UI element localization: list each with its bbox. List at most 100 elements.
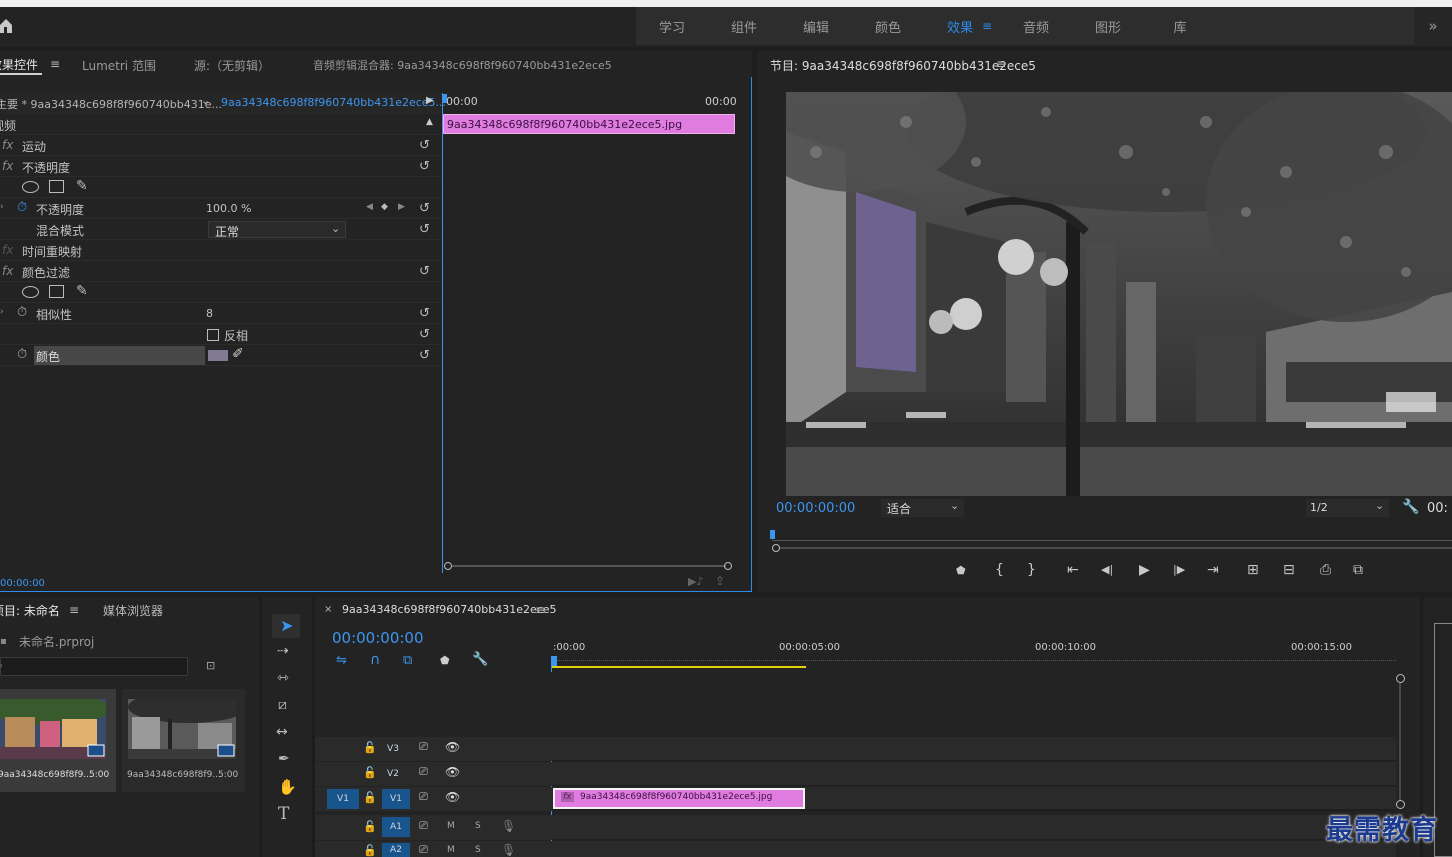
fit-select[interactable]: 适合 ⌄ — [881, 499, 964, 517]
lock-icon[interactable]: 🔓 — [363, 766, 377, 779]
eyedropper-icon[interactable]: ✐ — [232, 346, 244, 362]
workspace-tab-graphics[interactable]: 图形 — [1072, 17, 1144, 36]
step-back-icon[interactable]: ◀| — [1101, 563, 1113, 576]
color-swatch[interactable] — [208, 350, 228, 361]
solo-button[interactable]: S — [475, 845, 481, 855]
blend-mode-select[interactable]: 正常 ⌄ — [208, 221, 346, 239]
workspace-tab-editing[interactable]: 编辑 — [780, 17, 852, 36]
ec-row-similarity[interactable]: › ⏱ 相似性 8 ↺ — [0, 303, 441, 324]
rectangle-mask-icon[interactable] — [49, 180, 64, 193]
lock-icon[interactable]: 🔓 — [363, 791, 377, 804]
tab-menu-icon[interactable]: ≡ — [50, 57, 60, 71]
sync-lock-icon[interactable]: ⎚ — [419, 790, 428, 804]
tab-source[interactable]: 源:（无剪辑） — [194, 57, 270, 74]
track-lane-a1[interactable] — [551, 815, 1396, 840]
project-item-selected[interactable]: 9aa34348c698f8f9... 5:00 — [0, 689, 116, 792]
microphone-icon[interactable]: 🎙 — [501, 843, 516, 857]
project-item[interactable]: 9aa34348c698f8f9... 5:00 — [122, 689, 245, 792]
zoom-handle-top[interactable] — [1396, 674, 1405, 683]
track-target-a2[interactable]: A2 — [382, 843, 410, 857]
stopwatch-icon[interactable]: ⏱ — [17, 347, 27, 362]
clip-selector[interactable]: 9aa34348c698f8f960740bb431e2ece5... — [221, 96, 446, 109]
ec-row-motion[interactable]: fx 运动 ↺ — [0, 135, 441, 156]
rectangle-mask-icon[interactable] — [49, 285, 64, 298]
similarity-value[interactable]: 8 — [206, 307, 213, 320]
project-search-input[interactable]: ⌕ — [0, 657, 188, 676]
type-tool-icon[interactable]: T — [278, 804, 289, 824]
add-marker-icon[interactable]: ⬟ — [440, 654, 450, 667]
lock-icon[interactable]: 🔓 — [363, 820, 377, 833]
ec-clip-bar[interactable]: 9aa34348c698f8f960740bb431e2ece5.jpg — [443, 114, 735, 134]
export-icon[interactable]: ⇪ — [715, 574, 725, 588]
program-playhead[interactable] — [770, 530, 775, 539]
play-icon[interactable]: ▶ — [1139, 562, 1150, 578]
reset-icon[interactable]: ↺ — [419, 327, 430, 342]
workspace-tab-libraries[interactable]: 库 — [1144, 17, 1216, 36]
ec-row-opacity-value[interactable]: › ⏱ 不透明度 100.0 % ◀ ◆ ▶ ↺ — [0, 198, 441, 219]
pen-tool-icon[interactable]: ✒ — [278, 751, 290, 767]
expand-chevron-icon[interactable]: › — [0, 202, 4, 212]
zoom-handle-right[interactable] — [724, 562, 732, 570]
master-clip-label[interactable]: 主要 * 9aa34348c698f8f960740bb431e... — [0, 96, 222, 112]
workspace-menu-icon[interactable]: ≡ — [982, 19, 992, 33]
clip-dropdown-icon[interactable]: ⌄ — [201, 94, 210, 107]
razor-tool-icon[interactable]: ⧄ — [278, 697, 287, 713]
reset-icon[interactable]: ↺ — [419, 222, 430, 237]
fx-icon[interactable]: fx — [2, 138, 13, 152]
step-forward-icon[interactable]: |▶ — [1173, 563, 1185, 576]
workspace-tab-audio[interactable]: 音频 — [1000, 17, 1072, 36]
microphone-icon[interactable]: 🎙 — [501, 819, 516, 833]
linked-selection-icon[interactable]: ⧉ — [403, 653, 412, 668]
sync-lock-icon[interactable]: ⎚ — [419, 740, 428, 754]
track-lane-v2[interactable] — [551, 762, 1396, 786]
reset-icon[interactable]: ↺ — [419, 201, 430, 216]
nest-toggle-icon[interactable]: ⇋ — [336, 653, 347, 668]
sync-lock-icon[interactable]: ⎚ — [419, 843, 428, 857]
track-target-v3[interactable]: V3 — [382, 739, 404, 759]
track-target-a1[interactable]: A1 — [382, 817, 410, 837]
ec-row-opacity[interactable]: fx 不透明度 ↺ — [0, 156, 441, 177]
fx-icon[interactable]: fx — [2, 159, 13, 173]
snap-icon[interactable]: ∩ — [370, 652, 380, 668]
program-timecode[interactable]: 00:00:00:00 — [776, 501, 855, 516]
expand-chevron-icon[interactable]: › — [0, 307, 4, 317]
program-menu-icon[interactable]: ≡ — [996, 57, 1006, 71]
sequence-menu-icon[interactable]: ≡ — [535, 603, 545, 617]
lock-icon[interactable]: 🔓 — [363, 844, 377, 857]
mark-in-icon[interactable]: { — [995, 562, 1004, 578]
lift-icon[interactable]: ⊞ — [1247, 562, 1259, 578]
ec-zoom-bar[interactable] — [442, 558, 738, 574]
home-icon[interactable] — [0, 17, 12, 33]
track-target-v1[interactable]: V1 — [382, 789, 410, 809]
add-keyframe-icon[interactable]: ◆ — [381, 202, 388, 212]
ellipse-mask-icon[interactable] — [22, 286, 39, 298]
workspace-overflow-button[interactable]: » — [1414, 7, 1452, 45]
track-select-tool-icon[interactable]: ⇢ — [277, 643, 289, 659]
reset-icon[interactable]: ↺ — [419, 348, 430, 363]
ec-row-color-filter[interactable]: fx 颜色过滤 ↺ — [0, 261, 441, 282]
timeline-clip[interactable]: fx 9aa34348c698f8f960740bb431e2ece5.jpg — [553, 788, 805, 809]
camera-icon[interactable]: ⎙ — [1320, 562, 1331, 578]
mute-button[interactable]: M — [447, 821, 455, 831]
sync-lock-icon[interactable]: ⎚ — [419, 765, 428, 779]
ec-row-color[interactable]: ⏱ 颜色 ✐ ↺ — [0, 345, 441, 366]
reset-icon[interactable]: ↺ — [419, 138, 430, 153]
zoom-handle-left[interactable] — [444, 562, 452, 570]
stopwatch-icon[interactable]: ⏱ — [17, 305, 27, 320]
tab-project[interactable]: 项目: 未命名 — [0, 602, 60, 619]
work-area-bar[interactable] — [551, 666, 806, 668]
pen-mask-icon[interactable]: ✎ — [76, 283, 88, 299]
workspace-tab-color[interactable]: 颜色 — [852, 17, 924, 36]
zoom-handle[interactable] — [772, 544, 780, 552]
pen-mask-icon[interactable]: ✎ — [76, 178, 88, 194]
tab-audio-clip-mixer[interactable]: 音频剪辑混合器: 9aa34348c698f8f960740bb431e2ece… — [313, 57, 612, 73]
go-to-in-icon[interactable]: ⇤ — [1067, 562, 1079, 578]
lock-icon[interactable]: 🔓 — [363, 741, 377, 754]
slip-tool-icon[interactable]: ↔ — [276, 724, 288, 740]
mark-out-icon[interactable]: } — [1027, 562, 1036, 578]
track-lane-a2[interactable] — [551, 841, 1396, 857]
opacity-value[interactable]: 100.0 % — [206, 202, 251, 215]
eye-icon[interactable]: 👁 — [445, 765, 460, 779]
ellipse-mask-icon[interactable] — [22, 181, 39, 193]
source-patch-v1[interactable]: V1 — [327, 789, 359, 809]
